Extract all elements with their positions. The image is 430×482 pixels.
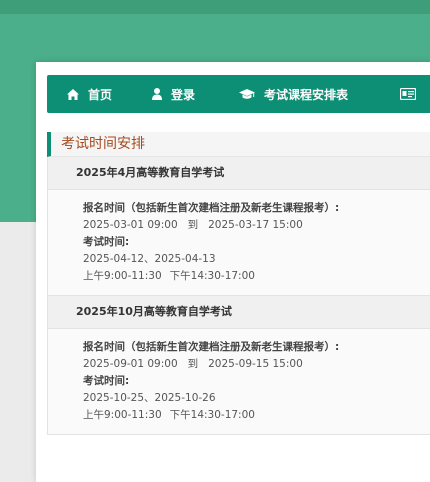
exam-title: 2025年4月高等教育自学考试 [48, 157, 430, 190]
register-end: 2025-03-17 15:00 [208, 219, 303, 231]
exam-list: 2025年4月高等教育自学考试 报名时间（包括新生首次建档注册及新老生课程报考）… [47, 157, 430, 435]
exam-title: 2025年10月高等教育自学考试 [48, 296, 430, 329]
register-label: 报名时间（包括新生首次建档注册及新老生课程报考）: [83, 202, 340, 214]
exam-sessions: 上午9:00-11:30 下午14:30-17:00 [83, 407, 430, 424]
user-icon [152, 88, 163, 100]
register-end: 2025-09-15 15:00 [208, 358, 303, 370]
to-label: 到 [187, 219, 199, 231]
nav-exam-schedule-label: 考试课程安排表 [264, 87, 349, 102]
header-top-strip [0, 0, 430, 14]
morning-session: 上午9:00-11:30 [83, 409, 162, 421]
afternoon-session: 下午14:30-17:00 [169, 270, 255, 282]
exam-details: 报名时间（包括新生首次建档注册及新老生课程报考）: 2025-09-01 09:… [48, 329, 430, 435]
exam-sessions: 上午9:00-11:30 下午14:30-17:00 [83, 268, 430, 285]
nav-home[interactable]: 首页 [67, 75, 112, 113]
nav-login-label: 登录 [171, 87, 196, 102]
morning-session: 上午9:00-11:30 [83, 270, 162, 282]
nav-exam-schedule[interactable]: 考试课程安排表 [239, 75, 348, 113]
afternoon-session: 下午14:30-17:00 [169, 409, 255, 421]
nav-login[interactable]: 登录 [152, 75, 195, 113]
exam-details: 报名时间（包括新生首次建档注册及新老生课程报考）: 2025-03-01 09:… [48, 190, 430, 296]
nav-home-label: 首页 [88, 87, 113, 102]
id-card-icon [400, 88, 417, 100]
to-label: 到 [187, 358, 199, 370]
exam-time-section: 考试时间安排 2025年4月高等教育自学考试 报名时间（包括新生首次建档注册及新… [47, 132, 430, 435]
exam-time-label: 考试时间: [83, 375, 130, 387]
nav-more[interactable] [400, 75, 425, 113]
exam-dates: 2025-04-12、2025-04-13 [83, 253, 216, 265]
content-card: 首页 登录 考试课程安排表 考试时间安排 2025年4月高等教育自学考试 报名时… [36, 62, 430, 482]
section-title: 考试时间安排 [47, 132, 430, 157]
register-start: 2025-09-01 09:00 [83, 358, 178, 370]
register-label: 报名时间（包括新生首次建档注册及新老生课程报考）: [83, 341, 340, 353]
graduation-cap-icon [239, 88, 256, 100]
register-range: 2025-03-01 09:00 到 2025-03-17 15:00 [83, 217, 430, 234]
home-icon [67, 88, 79, 100]
exam-time-label: 考试时间: [83, 236, 130, 248]
register-start: 2025-03-01 09:00 [83, 219, 178, 231]
exam-dates: 2025-10-25、2025-10-26 [83, 392, 216, 404]
register-range: 2025-09-01 09:00 到 2025-09-15 15:00 [83, 356, 430, 373]
main-nav: 首页 登录 考试课程安排表 [47, 75, 430, 113]
